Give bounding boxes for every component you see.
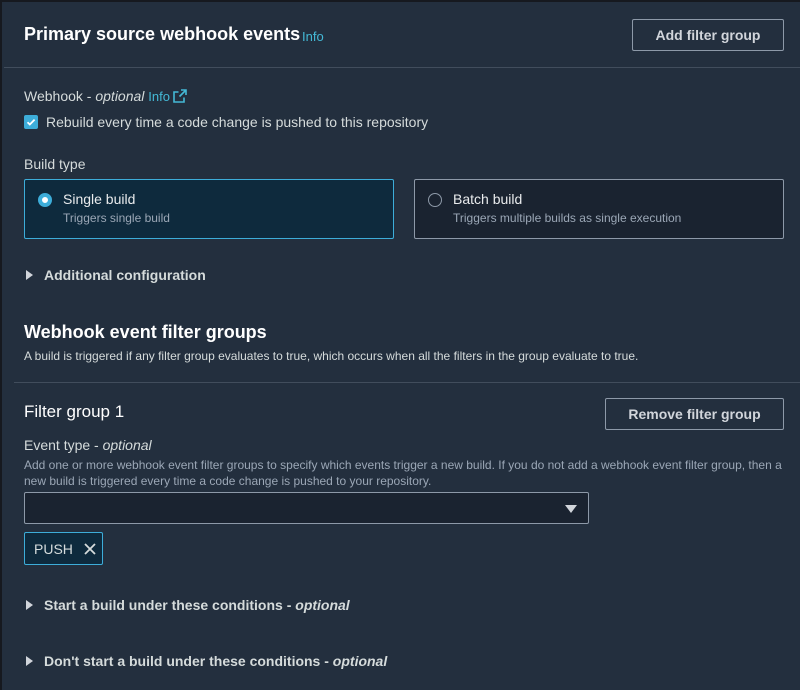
build-type-batch-tile[interactable]: Batch build Triggers multiple builds as … [414, 179, 784, 239]
batch-build-desc: Triggers multiple builds as single execu… [453, 211, 682, 225]
dont-start-conditions-text: Don't start a build under these conditio… [44, 653, 321, 669]
webhook-label-text: Webhook [24, 88, 83, 104]
single-build-title: Single build [63, 191, 136, 207]
start-conditions-separator: - [282, 597, 296, 613]
add-filter-group-button[interactable]: Add filter group [632, 19, 784, 51]
filter-groups-description: A build is triggered if any filter group… [24, 349, 639, 363]
single-build-desc: Triggers single build [63, 211, 170, 225]
token-label: PUSH [34, 540, 73, 557]
additional-configuration-expander[interactable]: Additional configuration [24, 267, 206, 283]
dont-start-conditions-separator: - [320, 653, 333, 669]
dont-start-conditions-optional: optional [332, 653, 388, 669]
webhook-label: Webhook - optional Info [24, 88, 187, 106]
panel-title: Primary source webhook events [24, 24, 301, 44]
build-type-single-tile[interactable]: Single build Triggers single build [24, 179, 394, 239]
start-conditions-optional: optional [295, 597, 350, 613]
event-type-select[interactable] [24, 492, 589, 524]
event-type-label: Event type - optional [24, 437, 152, 453]
batch-build-radio[interactable] [428, 193, 442, 207]
caret-right-icon [26, 270, 33, 280]
panel-header: Primary source webhook events Info Add f… [4, 2, 800, 68]
event-type-separator: - [90, 437, 103, 453]
webhook-label-separator: - [82, 88, 96, 104]
filter-group-title: Filter group 1 [24, 402, 125, 421]
caret-right-icon [26, 656, 33, 666]
event-type-label-text: Event type [24, 437, 91, 453]
rebuild-checkbox-row[interactable]: Rebuild every time a code change is push… [24, 114, 428, 130]
dropdown-arrow-icon[interactable] [565, 505, 577, 513]
webhook-info-link[interactable]: Info [148, 89, 170, 104]
external-link-icon[interactable] [173, 89, 187, 106]
rebuild-checkbox[interactable] [24, 115, 38, 129]
build-type-label: Build type [24, 156, 86, 172]
rebuild-checkbox-label[interactable]: Rebuild every time a code change is push… [46, 114, 428, 130]
dont-start-conditions-expander[interactable]: Don't start a build under these conditio… [24, 653, 387, 669]
filter-groups-title: Webhook event filter groups [24, 322, 267, 342]
event-type-help: Add one or more webhook event filter gro… [24, 458, 782, 488]
header-info-link[interactable]: Info [302, 29, 324, 44]
event-token-push: PUSH [24, 532, 103, 565]
webhook-optional-text: optional [95, 88, 145, 104]
panel-body: Primary source webhook events Info Add f… [4, 2, 800, 690]
additional-configuration-label[interactable]: Additional configuration [44, 267, 206, 283]
close-icon[interactable] [83, 542, 97, 556]
single-build-radio[interactable] [38, 193, 52, 207]
start-conditions-text: Start a build under these conditions [44, 597, 283, 613]
webhook-events-panel: Primary source webhook events Info Add f… [0, 0, 800, 690]
section-divider [14, 382, 800, 383]
event-type-optional: optional [102, 437, 152, 453]
start-conditions-label[interactable]: Start a build under these conditions - o… [44, 597, 350, 613]
caret-right-icon [26, 600, 33, 610]
batch-build-title: Batch build [453, 191, 523, 207]
remove-filter-group-button[interactable]: Remove filter group [605, 398, 784, 430]
start-conditions-expander[interactable]: Start a build under these conditions - o… [24, 597, 350, 613]
dont-start-conditions-label[interactable]: Don't start a build under these conditio… [44, 653, 387, 669]
checkmark-icon [26, 117, 36, 127]
